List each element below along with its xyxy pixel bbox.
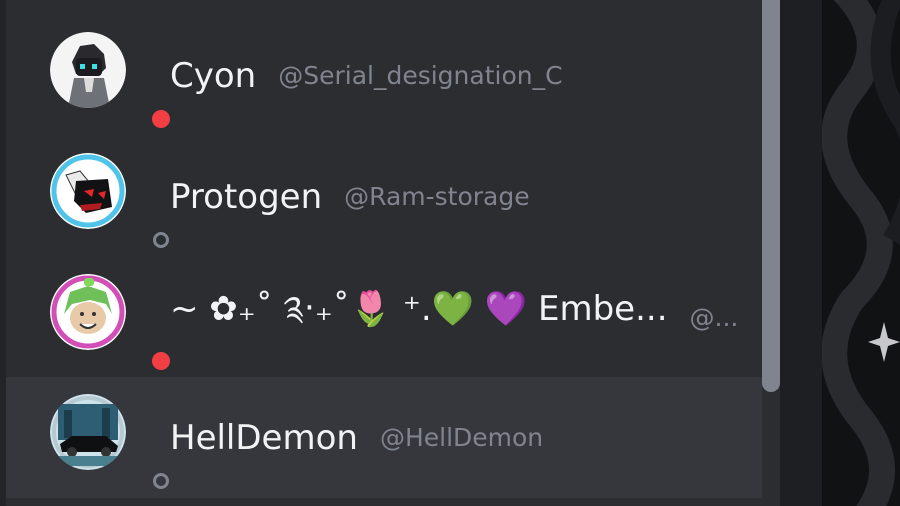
member-names: ~ ✿₊˚ ༉‧₊˚🌷 ⁺.💚 💜 Embe... @... (170, 257, 752, 378)
member-names: Protogen @Ram-storage (170, 136, 752, 257)
avatar[interactable] (50, 153, 174, 253)
member-list-panel: Cyon @Serial_designation_C Protogen @Ram… (0, 0, 762, 506)
member-row-protogen[interactable]: Protogen @Ram-storage (6, 136, 762, 257)
avatar[interactable] (50, 274, 174, 374)
avatar[interactable] (50, 394, 174, 494)
avatar-image (50, 394, 126, 470)
member-names: Cyon @Serial_designation_C (170, 15, 752, 136)
member-row-cyon[interactable]: Cyon @Serial_designation_C (6, 15, 762, 136)
username-handle: @HellDemon (379, 423, 544, 452)
member-names: HellDemon @HellDemon (170, 377, 752, 498)
avatar[interactable] (50, 32, 174, 132)
scrollbar-thumb[interactable] (762, 0, 780, 392)
avatar-image (50, 274, 126, 350)
member-row-embe[interactable]: ~ ✿₊˚ ༉‧₊˚🌷 ⁺.💚 💜 Embe... @... (6, 257, 762, 378)
avatar-image (50, 153, 126, 229)
display-name: Protogen (170, 176, 323, 217)
username-handle: @Ram-storage (344, 182, 530, 211)
scrollbar-track[interactable] (762, 0, 780, 506)
display-name: HellDemon (170, 417, 358, 458)
display-name: ~ ✿₊˚ ༉‧₊˚🌷 ⁺.💚 💜 Embe... (170, 288, 668, 329)
username-handle: @Serial_designation_C (278, 61, 563, 90)
username-handle: @... (689, 303, 739, 332)
member-row-helldemon[interactable]: HellDemon @HellDemon (6, 377, 762, 498)
background-gap (780, 0, 822, 506)
display-name: Cyon (170, 55, 257, 96)
avatar-image (50, 32, 126, 108)
background-pattern (822, 0, 900, 506)
